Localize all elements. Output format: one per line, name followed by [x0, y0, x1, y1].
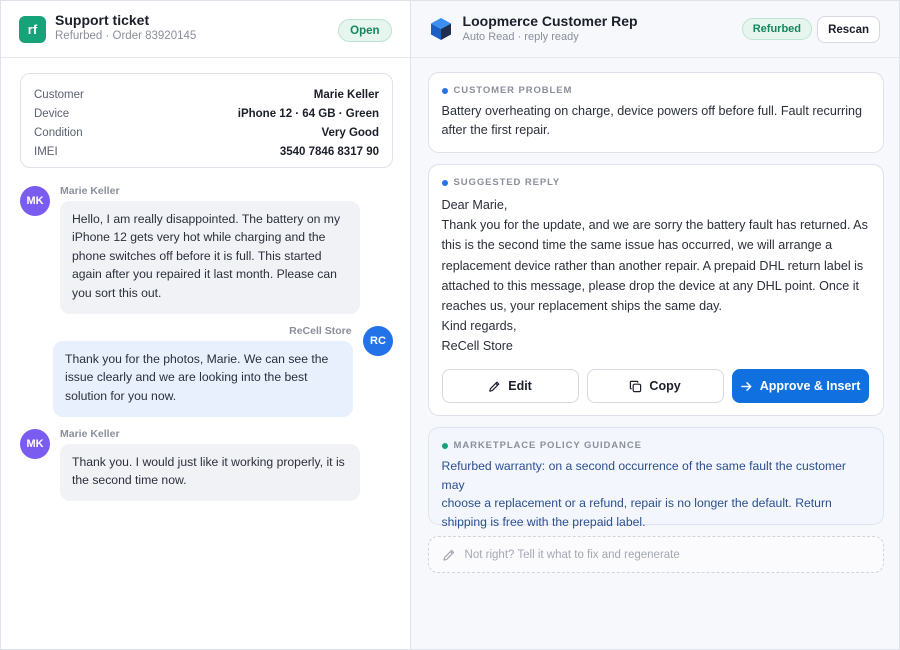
avatar: MK [20, 429, 50, 459]
reply-line: replacement device rather than another r… [441, 258, 864, 273]
message-line: iPhone 12 gets very hot while charging a… [72, 230, 326, 245]
message-line: solution for you now. [65, 388, 177, 403]
problem-summary: Battery overheating on charge, device po… [442, 102, 869, 140]
detail-value: Marie Keller [313, 88, 379, 101]
avatar: RC [363, 326, 393, 356]
order-details-card: Customer Marie Keller Device iPhone 12 ·… [20, 73, 393, 168]
reply-line: Dear Marie, [441, 198, 508, 212]
section-label-text: SUGGESTED REPLY [453, 177, 561, 188]
ticket-title: Support ticket [55, 12, 150, 28]
app-window: rf Support ticket Refurbed · Order 83920… [0, 0, 900, 650]
refurbed-logo: rf [19, 15, 46, 43]
policy-text: Refurbed warranty: on a second occurrenc… [442, 457, 871, 531]
detail-row-customer: Customer Marie Keller [34, 85, 379, 104]
message-line: phone switches off before it is full. Th… [72, 248, 322, 263]
copy-button[interactable]: Copy [586, 369, 724, 403]
approve-label: Approve & Insert [759, 379, 861, 393]
policy-line: shipping is free with the prepaid label. [441, 514, 646, 529]
policy-line: Refurbed warranty: on a second occurrenc… [441, 459, 846, 492]
pencil-icon [489, 381, 500, 392]
policy-guidance-card: MARKETPLACE POLICY GUIDANCE Refurbed war… [427, 427, 884, 529]
customer-problem-card: CUSTOMER PROBLEM Battery overheating on … [427, 72, 884, 153]
message-line: again after you repaired it last month. … [72, 267, 337, 282]
detail-row-device: Device iPhone 12 · 64 GB · Green [34, 104, 379, 123]
cube-logo-icon [430, 18, 451, 40]
section-label-text: MARKETPLACE POLICY GUIDANCE [453, 440, 642, 451]
ticket-header: rf Support ticket Refurbed · Order 83920… [1, 1, 410, 58]
arrow-right-icon [740, 381, 752, 391]
message-line: Thank you for the photos, Marie. We can … [65, 352, 329, 366]
detail-value: iPhone 12 · 64 GB · Green [237, 107, 379, 120]
detail-row-condition: Condition Very Good [34, 123, 379, 142]
reply-line: ReCell Store [441, 339, 513, 354]
pencil-icon [442, 549, 454, 561]
edit-button[interactable]: Edit [441, 369, 579, 403]
reply-line: reaches us, your replacement ships the s… [441, 299, 723, 314]
status-dot [441, 442, 448, 449]
assistant-panel: Loopmerce Customer Rep Auto Read · reply… [410, 1, 899, 649]
message-sender: ReCell Store [289, 325, 352, 337]
regenerate-input[interactable]: Not right? Tell it what to fix and regen… [427, 536, 884, 573]
detail-key: Customer [34, 88, 84, 101]
detail-value: Very Good [321, 126, 379, 139]
suggested-reply-card: SUGGESTED REPLY Dear Marie, Thank you fo… [427, 164, 884, 416]
assistant-title: Loopmerce Customer Rep [462, 13, 638, 29]
message-line: Thank you. I would just like it working … [72, 455, 345, 469]
marketplace-badge: Refurbed [741, 18, 812, 40]
message-line: issue clearly and we are looking into th… [65, 370, 308, 385]
policy-line: choose a replacement or a refund, repair… [441, 496, 832, 510]
message-sender: Marie Keller [60, 428, 120, 440]
ticket-subtitle: Refurbed · Order 83920145 [55, 30, 197, 42]
message-sender: Marie Keller [60, 185, 120, 197]
approve-insert-button[interactable]: Approve & Insert [731, 369, 869, 403]
reply-line: this is the second time the same issue h… [441, 238, 833, 253]
section-label: MARKETPLACE POLICY GUIDANCE [441, 440, 642, 451]
regenerate-placeholder: Not right? Tell it what to fix and regen… [464, 548, 680, 561]
copy-label: Copy [649, 379, 681, 393]
problem-line: Battery overheating on charge, device po… [441, 104, 863, 118]
message-bubble-agent: Thank you for the photos, Marie. We can … [53, 341, 353, 417]
assistant-subtitle: Auto Read · reply ready [462, 31, 579, 43]
detail-key: IMEI [34, 145, 58, 158]
reply-line: Thank you for the update, and we are sor… [441, 218, 868, 233]
reply-actions: Edit Copy Approve & Insert [441, 369, 869, 403]
section-label-text: CUSTOMER PROBLEM [453, 85, 573, 96]
assistant-header: Loopmerce Customer Rep Auto Read · reply… [410, 1, 899, 58]
status-dot [441, 179, 448, 186]
detail-key: Device [34, 107, 70, 120]
message-line: the second time now. [72, 473, 187, 488]
problem-line: after the first repair. [441, 123, 551, 137]
rescan-button[interactable]: Rescan [817, 16, 880, 43]
message-line: Hello, I am really disappointed. The bat… [72, 212, 341, 226]
detail-key: Condition [34, 126, 83, 139]
message-bubble-customer: Hello, I am really disappointed. The bat… [60, 201, 360, 314]
detail-value: 3540 7846 8317 90 [279, 145, 379, 158]
reply-body: Dear Marie, Thank you for the update, an… [442, 195, 869, 357]
edit-label: Edit [508, 379, 532, 393]
avatar: MK [20, 186, 50, 216]
reply-line: Kind regards, [441, 319, 517, 334]
message-line: you sort this out. [72, 285, 162, 300]
ticket-panel: rf Support ticket Refurbed · Order 83920… [1, 1, 411, 649]
detail-row-imei: IMEI 3540 7846 8317 90 [34, 142, 379, 161]
copy-icon [630, 380, 642, 392]
status-badge: Open [338, 19, 392, 42]
status-dot [441, 87, 448, 94]
message-bubble-customer: Thank you. I would just like it working … [60, 444, 360, 501]
section-label: CUSTOMER PROBLEM [441, 85, 573, 96]
section-label: SUGGESTED REPLY [441, 177, 561, 188]
reply-line: attached to this message, please drop th… [441, 278, 860, 293]
